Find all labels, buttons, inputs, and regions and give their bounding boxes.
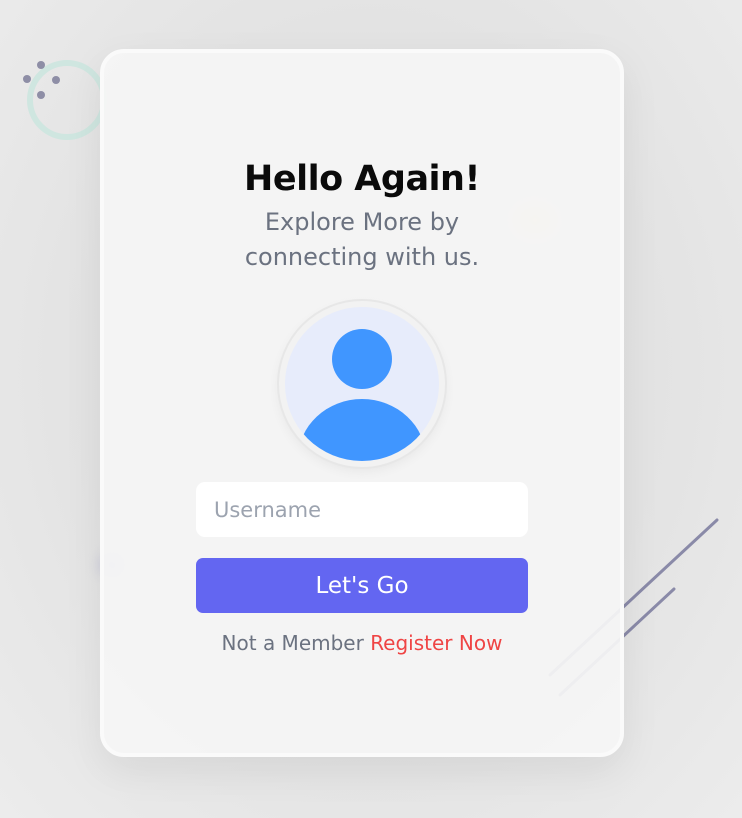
page-title: Hello Again!: [244, 159, 480, 199]
user-avatar-icon: [279, 301, 445, 467]
decorative-ring: [27, 60, 107, 140]
username-input[interactable]: [196, 482, 528, 537]
register-prompt-line: Not a Member Register Now: [104, 631, 620, 655]
decorative-dot: [37, 91, 45, 99]
decorative-dot: [52, 76, 60, 84]
register-now-link[interactable]: Register Now: [370, 631, 502, 655]
register-prompt-text: Not a Member: [221, 631, 364, 655]
decorative-dot: [37, 61, 45, 69]
lets-go-button[interactable]: Let's Go: [196, 558, 528, 613]
decorative-dot: [23, 75, 31, 83]
login-card: Hello Again! Explore More by connecting …: [100, 49, 624, 757]
page-subtitle: Explore More by connecting with us.: [244, 208, 480, 271]
